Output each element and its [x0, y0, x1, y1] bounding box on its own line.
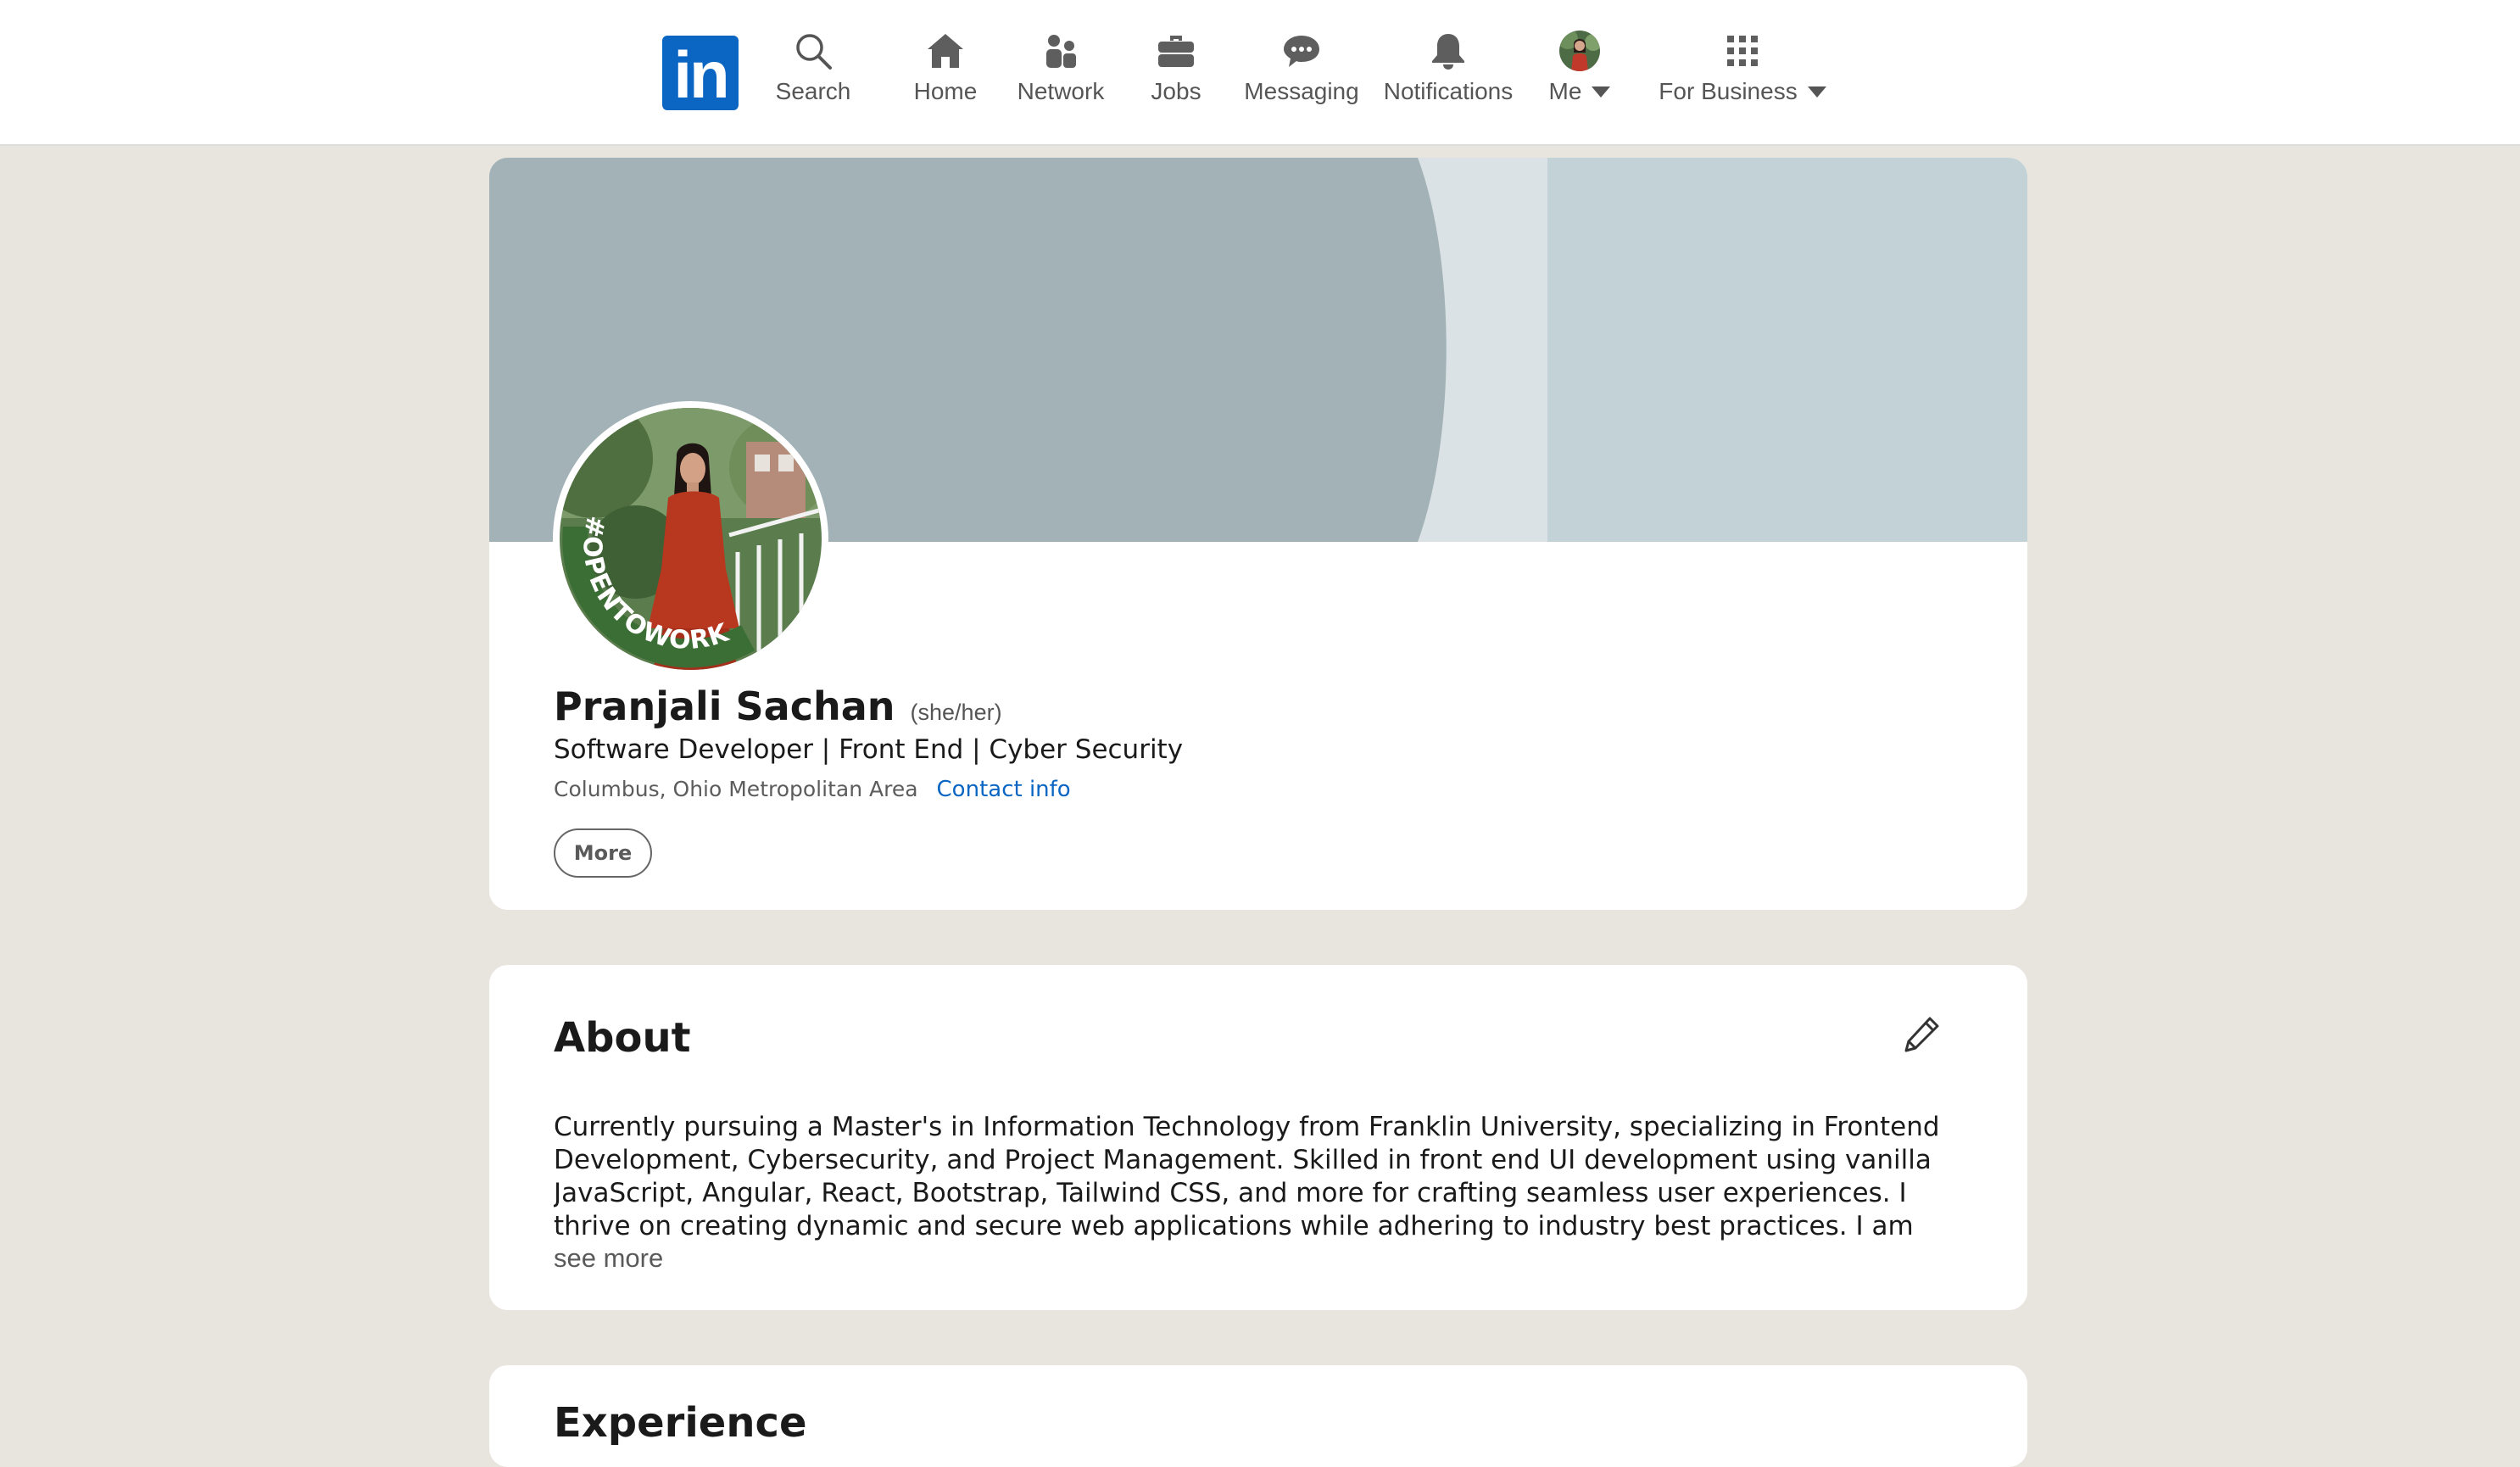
nav-notifications-label: Notifications [1383, 78, 1514, 104]
nav-me-label: Me [1549, 78, 1611, 105]
profile-card: #OPENTOWORK Pranjali Sachan (she/her) So… [489, 158, 2027, 910]
profile-pronouns: (she/her) [910, 700, 1002, 725]
experience-card: Experience [489, 1365, 2027, 1467]
nav-network-label: Network [1017, 78, 1105, 104]
nav-home-label: Home [913, 78, 978, 104]
about-title: About [554, 1014, 691, 1062]
about-text: Currently pursuing a Master's in Informa… [554, 1112, 1940, 1241]
nav-for-business-label: For Business [1659, 78, 1826, 105]
profile-photo[interactable]: #OPENTOWORK [553, 401, 828, 677]
top-navigation-bar: in Search Home Network Jobs Messaging No… [0, 0, 2520, 146]
open-to-work-photo: #OPENTOWORK [560, 408, 822, 670]
nav-messaging-label: Messaging [1244, 78, 1359, 104]
bell-icon [1432, 34, 1464, 70]
logo-text: in [673, 37, 729, 112]
chevron-down-icon [1807, 86, 1826, 98]
profile-location: Columbus, Ohio Metropolitan Area [554, 777, 918, 801]
profile-location-row: Columbus, Ohio Metropolitan Area Contact… [554, 777, 1071, 802]
pencil-icon[interactable] [1901, 1014, 1942, 1055]
about-card: About Currently pursuing a Master's in I… [489, 965, 2027, 1310]
linkedin-logo[interactable]: in [662, 36, 739, 112]
nav-home[interactable]: Home [907, 31, 984, 115]
nav-network[interactable]: Network [1011, 31, 1111, 115]
messaging-icon [1284, 36, 1319, 67]
nav-jobs[interactable]: Jobs [1141, 31, 1211, 115]
profile-name-row: Pranjali Sachan (she/her) [554, 683, 1002, 729]
profile-headline: Software Developer | Front End | Cyber S… [554, 734, 1184, 765]
profile-name: Pranjali Sachan [554, 683, 895, 729]
nav-me[interactable]: Me [1542, 31, 1618, 115]
network-icon [1046, 35, 1076, 68]
avatar [1559, 31, 1600, 71]
nav-for-business[interactable]: For Business [1653, 31, 1831, 115]
nav-me-text: Me [1548, 78, 1582, 104]
nav-jobs-label: Jobs [1151, 78, 1201, 104]
home-icon [928, 34, 963, 68]
more-button[interactable]: More [554, 828, 652, 878]
nav-messaging[interactable]: Messaging [1243, 31, 1360, 115]
see-more-link[interactable]: see more [554, 1243, 663, 1274]
nav-search-label: Search [775, 78, 851, 104]
contact-info-link[interactable]: Contact info [937, 777, 1071, 802]
nav-for-business-text: For Business [1659, 78, 1798, 104]
briefcase-icon [1158, 36, 1194, 67]
nav-notifications[interactable]: Notifications [1382, 31, 1514, 115]
experience-title: Experience [554, 1399, 807, 1447]
search-icon [796, 34, 832, 70]
chevron-down-icon [1592, 86, 1611, 98]
nav-search[interactable]: Search [768, 31, 858, 115]
grid-icon [1727, 36, 1758, 66]
